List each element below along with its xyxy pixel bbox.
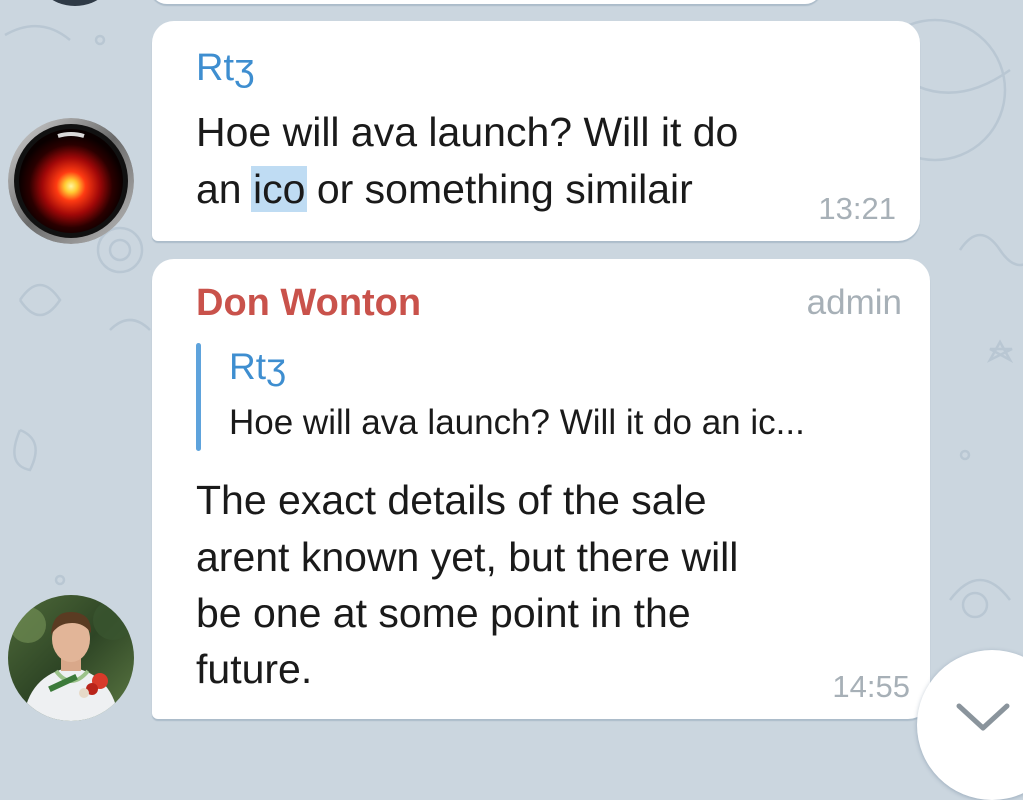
admin-badge: admin bbox=[806, 283, 902, 322]
message-text-fragment: or something similair bbox=[305, 166, 693, 212]
message-bubble-admin[interactable]: Don Wonton admin Rtʒ Hoe will ava launch… bbox=[152, 259, 930, 719]
message-text-fragment: an bbox=[196, 166, 253, 212]
message-text: future. bbox=[196, 646, 313, 692]
reply-quote[interactable]: Rtʒ Hoe will ava launch? Will it do an i… bbox=[196, 343, 896, 451]
chevron-down-icon bbox=[956, 703, 1010, 731]
hal-eye-avatar[interactable] bbox=[8, 118, 134, 244]
message-text: Hoe will ava launch? Will it do bbox=[196, 109, 739, 155]
selected-text[interactable]: ico bbox=[251, 166, 308, 212]
message-text: be one at some point in the bbox=[196, 590, 691, 636]
message-text: an ico or something similair bbox=[196, 161, 693, 218]
message-timestamp: 14:55 bbox=[832, 669, 910, 704]
message-bubble-rtz[interactable]: Rtʒ Hoe will ava launch? Will it do an i… bbox=[152, 21, 920, 241]
previous-message-bubble[interactable] bbox=[150, 0, 822, 4]
reply-sender-name: Rtʒ bbox=[229, 346, 287, 387]
message-text: The exact details of the sale bbox=[196, 477, 707, 523]
sender-name[interactable]: Don Wonton bbox=[196, 281, 421, 325]
user-photo-avatar[interactable] bbox=[8, 595, 134, 721]
reply-accent-bar bbox=[196, 343, 201, 451]
message-text: arent known yet, but there will bbox=[196, 534, 739, 580]
sender-name[interactable]: Rtʒ bbox=[196, 46, 255, 90]
reply-preview-text: Hoe will ava launch? Will it do an ic... bbox=[229, 403, 805, 442]
message-timestamp: 13:21 bbox=[818, 191, 896, 226]
